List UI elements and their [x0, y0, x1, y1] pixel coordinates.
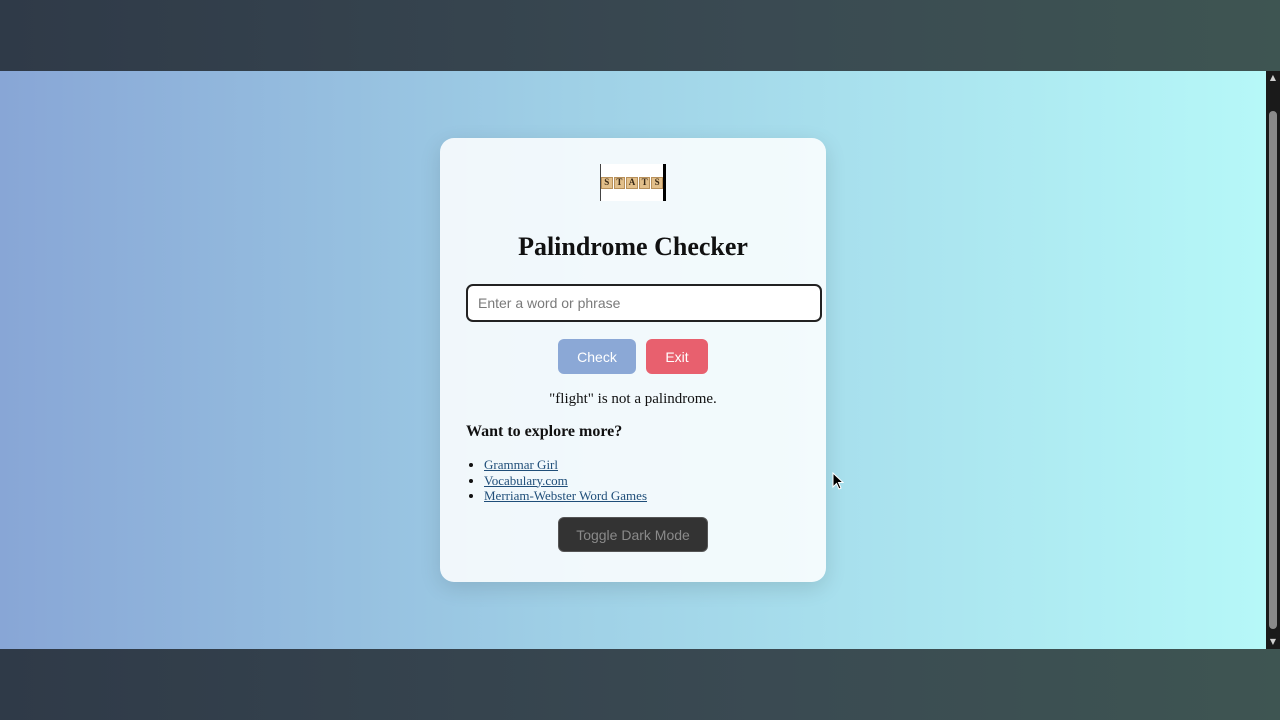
- logo-tile: A: [626, 176, 638, 189]
- logo-tile: S: [651, 176, 663, 189]
- scrollbar-thumb[interactable]: [1269, 111, 1277, 629]
- page-viewport: S T A T S Palindrome Checker Check Exit …: [0, 71, 1266, 649]
- stats-logo: S T A T S: [600, 164, 666, 201]
- list-item: Merriam-Webster Word Games: [484, 488, 647, 504]
- check-button[interactable]: Check: [558, 339, 636, 374]
- explore-heading: Want to explore more?: [466, 423, 623, 440]
- link-vocabulary[interactable]: Vocabulary.com: [484, 473, 568, 488]
- page-title: Palindrome Checker: [518, 232, 748, 261]
- list-item: Vocabulary.com: [484, 473, 647, 489]
- list-item: Grammar Girl: [484, 457, 647, 473]
- logo-tile: S: [601, 176, 613, 189]
- scroll-up-arrow-icon[interactable]: ▲: [1266, 71, 1280, 85]
- exit-button[interactable]: Exit: [646, 339, 708, 374]
- logo-tile: T: [638, 176, 651, 189]
- arrow-cursor-icon: [832, 472, 844, 490]
- word-input[interactable]: [466, 284, 822, 322]
- scroll-down-arrow-icon[interactable]: ▼: [1266, 635, 1280, 649]
- toggle-dark-mode-button[interactable]: Toggle Dark Mode: [558, 517, 708, 552]
- link-grammar-girl[interactable]: Grammar Girl: [484, 457, 558, 472]
- checker-card: S T A T S Palindrome Checker Check Exit …: [440, 138, 826, 582]
- result-message: "flight" is not a palindrome.: [549, 391, 717, 407]
- resource-links-list: Grammar Girl Vocabulary.com Merriam-Webs…: [466, 457, 647, 504]
- link-merriam-webster[interactable]: Merriam-Webster Word Games: [484, 488, 647, 503]
- vertical-scrollbar[interactable]: ▲ ▼: [1266, 71, 1280, 649]
- logo-tile: T: [613, 176, 626, 189]
